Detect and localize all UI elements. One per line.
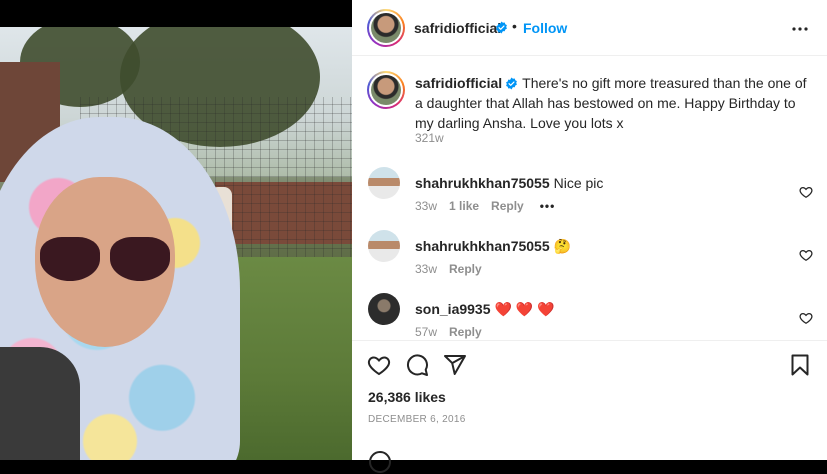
reply-button[interactable]: Reply <box>449 262 482 276</box>
comment-meta: 57w Reply <box>415 325 482 339</box>
verified-badge-icon <box>506 77 518 90</box>
photo-sunglasses <box>40 237 170 283</box>
follow-button[interactable]: Follow <box>523 20 567 36</box>
comment-username[interactable]: son_ia9935 <box>415 301 491 317</box>
comment-text: 🤔 <box>553 238 572 254</box>
comment-avatar[interactable] <box>368 293 400 325</box>
caption-text: safridiofficial There's no gift more tre… <box>415 73 815 133</box>
verified-badge-icon <box>496 21 507 34</box>
comment-likes[interactable]: 1 like <box>449 199 479 213</box>
likes-count[interactable]: 26,386 likes <box>368 389 446 405</box>
comment-item: shahrukhkhan75055 Nice pic 33w 1 like Rep… <box>352 167 827 227</box>
heart-icon[interactable] <box>799 185 813 199</box>
comment-body: shahrukhkhan75055 Nice pic <box>415 175 603 191</box>
comment-time: 33w <box>415 262 438 276</box>
heart-icon[interactable] <box>799 248 813 262</box>
comment-time: 57w <box>415 325 438 339</box>
comment-meta: 33w Reply <box>415 262 482 276</box>
comment-item: shahrukhkhan75055 🤔 33w Reply <box>352 230 827 290</box>
save-icon[interactable] <box>788 353 812 377</box>
emoji-icon[interactable] <box>368 450 392 474</box>
author-avatar[interactable] <box>367 9 405 47</box>
comment-body: son_ia9935 ❤️ ❤️ ❤️ <box>415 301 555 318</box>
separator-dot: • <box>512 18 517 34</box>
reply-button[interactable]: Reply <box>491 199 524 213</box>
comment-icon[interactable] <box>405 353 429 377</box>
heart-icon[interactable] <box>799 311 813 325</box>
comment-text: ❤️ ❤️ ❤️ <box>494 301 555 317</box>
share-icon[interactable] <box>443 353 467 377</box>
author-username[interactable]: safridiofficial <box>414 20 501 36</box>
post-panel: safridiofficial • Follow safridiofficial… <box>352 0 827 473</box>
comment-meta: 33w 1 like Reply ••• <box>415 199 555 213</box>
reply-button[interactable]: Reply <box>449 325 482 339</box>
comment-avatar[interactable] <box>368 230 400 262</box>
post-viewer: safridiofficial • Follow safridiofficial… <box>0 0 827 473</box>
post-date: DECEMBER 6, 2016 <box>368 414 466 425</box>
comment-username[interactable]: shahrukhkhan75055 <box>415 175 550 191</box>
comment-body: shahrukhkhan75055 🤔 <box>415 238 571 255</box>
caption-username[interactable]: safridiofficial <box>415 75 502 91</box>
caption-timestamp: 321w <box>415 131 444 145</box>
post-header: safridiofficial • Follow <box>352 0 827 56</box>
caption-avatar[interactable] <box>367 71 405 109</box>
more-options-icon[interactable] <box>788 17 812 41</box>
action-bar <box>352 340 827 384</box>
post-photo[interactable] <box>0 27 352 460</box>
comment-username[interactable]: shahrukhkhan75055 <box>415 238 550 254</box>
comment-time: 33w <box>415 199 438 213</box>
comment-avatar[interactable] <box>368 167 400 199</box>
photo-sleeve <box>0 347 80 460</box>
heart-icon[interactable] <box>367 353 391 377</box>
comment-more-icon[interactable]: ••• <box>540 199 556 213</box>
comment-text: Nice pic <box>553 175 604 191</box>
